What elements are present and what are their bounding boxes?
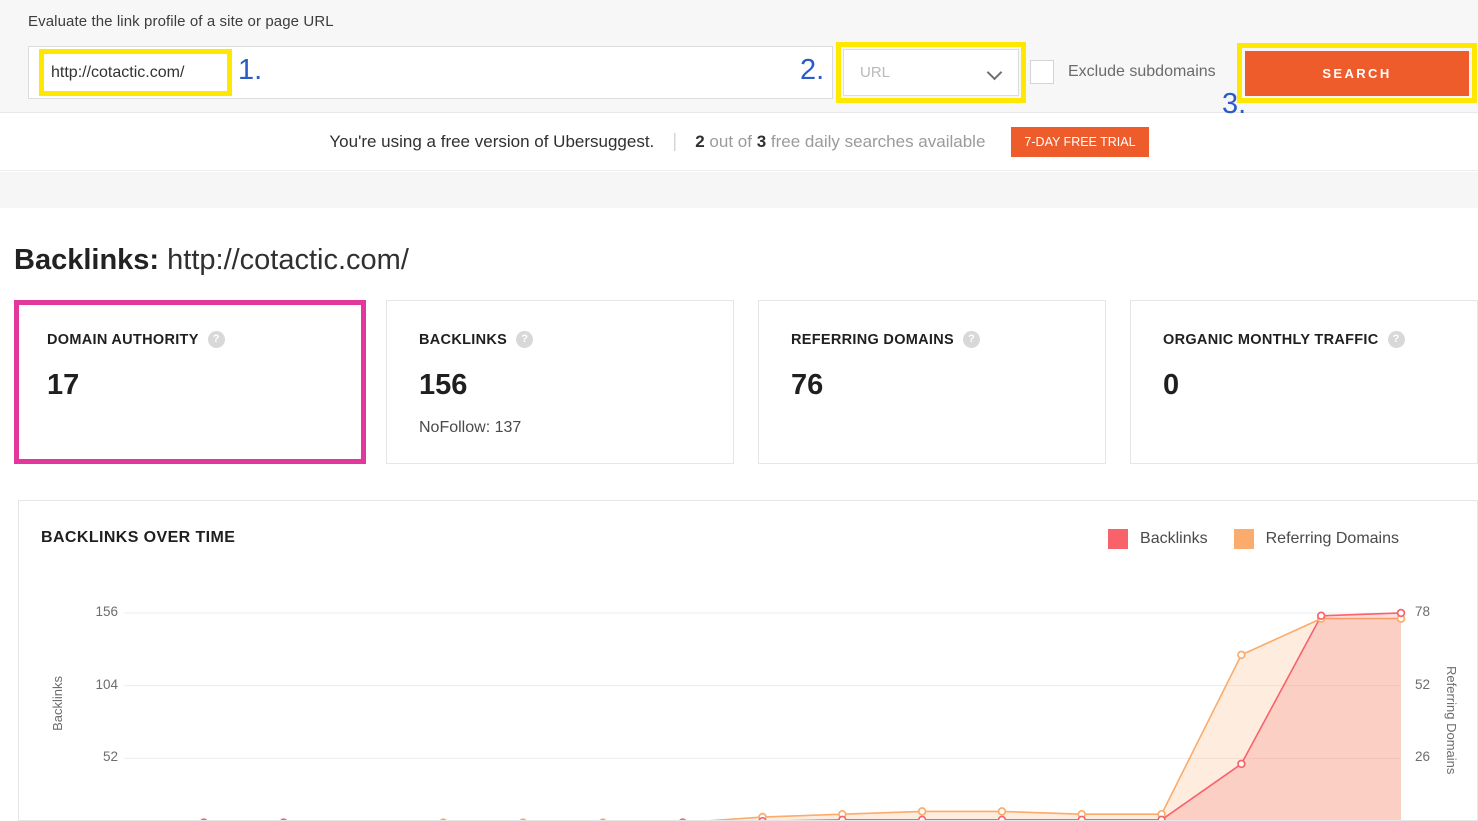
banner-divider: | xyxy=(672,131,678,152)
help-icon[interactable]: ? xyxy=(1387,331,1405,348)
chart-point[interactable] xyxy=(838,815,847,821)
card-title: DOMAIN AUTHORITY xyxy=(47,331,199,348)
metric-card-referring-domains: REFERRING DOMAINS? 76 xyxy=(758,300,1106,464)
card-header: REFERRING DOMAINS? xyxy=(791,331,1105,348)
exclude-subdomains-control[interactable]: Exclude subdomains xyxy=(1030,60,1216,84)
search-type-dropdown[interactable]: URL xyxy=(843,49,1019,96)
backlinks-over-time-card: BACKLINKS OVER TIME Backlinks Referring D… xyxy=(18,500,1478,821)
chart-point[interactable] xyxy=(917,815,927,821)
url-input[interactable] xyxy=(28,46,833,99)
page-title-url: http://cotactic.com/ xyxy=(167,244,409,276)
free-version-banner: You're using a free version of Ubersugge… xyxy=(0,114,1478,171)
chart-point[interactable] xyxy=(1077,815,1086,821)
card-header: ORGANIC MONTHLY TRAFFIC? xyxy=(1163,331,1477,348)
card-header: DOMAIN AUTHORITY? xyxy=(47,331,361,348)
help-icon[interactable]: ? xyxy=(963,331,980,348)
y2-axis-label: Referring Domains xyxy=(1444,666,1459,775)
y-axis-tick: 156 xyxy=(95,604,118,619)
card-title: ORGANIC MONTHLY TRAFFIC xyxy=(1163,331,1379,348)
chart-point[interactable] xyxy=(1157,815,1166,821)
searches-total: 3 xyxy=(756,132,767,151)
card-header: BACKLINKS? xyxy=(419,331,733,348)
y-axis-tick: 104 xyxy=(95,676,118,692)
annotation-marker-2: 2. xyxy=(800,54,825,86)
section-divider-strip xyxy=(0,172,1478,208)
searches-remaining-text: free daily searches available xyxy=(770,132,986,151)
exclude-subdomains-checkbox[interactable] xyxy=(1030,60,1054,84)
metric-card-domain-authority: DOMAIN AUTHORITY? 17 xyxy=(14,300,366,464)
annotation-marker-1: 1. xyxy=(238,54,263,86)
y2-axis-tick: 78 xyxy=(1415,604,1431,619)
card-value: 0 xyxy=(1163,369,1180,401)
metric-cards: DOMAIN AUTHORITY? 17 BACKLINKS? 156 NoFollow… xyxy=(14,300,1478,464)
page-title: Backlinks: http://cotactic.com/ xyxy=(14,244,409,277)
card-subtext: NoFollow: 137 xyxy=(419,419,522,436)
chart-plot-area: 52 104 156 26 52 78 Backlinks Referring Domains xyxy=(19,501,1477,821)
search-button[interactable]: SEARCH xyxy=(1245,51,1469,96)
card-value: 76 xyxy=(791,369,824,401)
search-prompt: Evaluate the link profile of a site or p… xyxy=(28,13,334,30)
card-value: 17 xyxy=(47,369,80,401)
metric-card-backlinks: BACKLINKS? 156 NoFollow: 137 xyxy=(386,300,734,464)
chevron-down-icon xyxy=(988,66,1002,80)
chart-point[interactable] xyxy=(997,807,1007,816)
help-icon[interactable]: ? xyxy=(207,331,225,348)
card-value: 156 xyxy=(419,369,468,401)
card-title: BACKLINKS xyxy=(419,331,508,348)
free-version-message: You're using a free version of Ubersugge… xyxy=(329,132,655,151)
search-header: Evaluate the link profile of a site or p… xyxy=(0,0,1478,120)
searches-outof-text: out of xyxy=(709,132,752,151)
daily-searches-counter: 2 out of 3 free daily searches available xyxy=(695,132,985,152)
chart-point[interactable] xyxy=(917,807,927,816)
search-type-value: URL xyxy=(860,64,891,81)
y-axis-tick: 52 xyxy=(102,749,118,765)
chart-point[interactable] xyxy=(1237,650,1246,660)
card-title: REFERRING DOMAINS xyxy=(791,331,954,348)
chart-point[interactable] xyxy=(1396,608,1406,618)
help-icon[interactable]: ? xyxy=(516,331,534,348)
exclude-subdomains-label: Exclude subdomains xyxy=(1068,63,1216,80)
metric-card-organic-monthly-traffic: ORGANIC MONTHLY TRAFFIC? 0 xyxy=(1130,300,1478,464)
free-trial-button[interactable]: 7-DAY FREE TRIAL xyxy=(1011,127,1149,157)
chart-point[interactable] xyxy=(997,815,1007,821)
searches-used: 2 xyxy=(695,132,705,151)
page-title-label: Backlinks: xyxy=(14,244,160,276)
y2-axis-tick: 52 xyxy=(1415,676,1431,692)
backlinks-line-chart xyxy=(124,608,1406,821)
y2-axis-tick: 26 xyxy=(1415,749,1431,765)
y-axis-label: Backlinks xyxy=(50,676,65,731)
chart-point[interactable] xyxy=(1237,759,1246,769)
chart-point[interactable] xyxy=(1316,611,1326,621)
